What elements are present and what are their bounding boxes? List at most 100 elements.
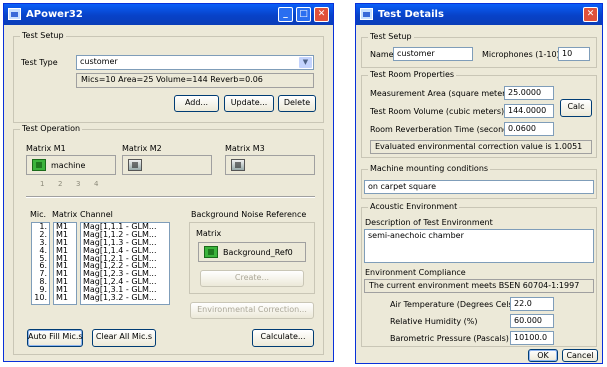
auto-fill-mics-button[interactable]: Auto Fill Mic.s [27, 329, 83, 347]
test-room-properties-group: Test Room Properties Measurement Area (s… [361, 70, 597, 158]
mic-channel[interactable]: Mag[1,1.3 - GLM... [81, 239, 169, 247]
mic-matrix[interactable]: M1 [54, 278, 76, 286]
cancel-button[interactable]: Cancel [562, 349, 598, 362]
machine-mounting-group: Machine mounting conditions on carpet sq… [361, 164, 597, 199]
matrix-m1-name: machine [51, 161, 86, 170]
mic-channel[interactable]: Mag[1,3.2 - GLM... [81, 294, 169, 302]
test-room-properties-title: Test Room Properties [368, 70, 457, 80]
mic-matrix[interactable]: M1 [54, 262, 76, 270]
mic-number: 3. [39, 238, 47, 247]
calc-button[interactable]: Calc [560, 99, 592, 117]
mic-channel[interactable]: Mag[1,1.2 - GLM... [81, 231, 169, 239]
matrix-m1-label: Matrix M1 [26, 144, 66, 153]
mic-number: 7. [39, 270, 47, 279]
matrix-m2-slot[interactable] [122, 155, 212, 175]
mic-channel-list[interactable]: Mag[1,1.1 - GLM... Mag[1,1.2 - GLM... Ma… [80, 222, 170, 305]
matrix-m3-slot[interactable] [225, 155, 315, 175]
area-label: Measurement Area (square meters) [370, 89, 513, 98]
matrix-m3-label: Matrix M3 [225, 144, 265, 153]
clear-all-mics-button[interactable]: Clear All Mic.s [92, 329, 156, 347]
description-label: Description of Test Environment [365, 218, 493, 227]
mic-number: 4. [39, 246, 47, 255]
test-type-dropdown[interactable]: customer ▼ [76, 55, 314, 70]
mic-matrix[interactable]: M1 [54, 270, 76, 278]
close-button[interactable]: ✕ [314, 7, 329, 22]
name-field[interactable]: customer [393, 47, 473, 61]
position-number: 3 [76, 180, 81, 188]
chevron-down-icon[interactable]: ▼ [299, 57, 312, 68]
ok-button[interactable]: OK [528, 349, 558, 362]
window-title: APower32 [26, 9, 83, 20]
matrix-column-header: Matrix [52, 210, 78, 219]
acoustic-environment-title: Acoustic Environment [368, 202, 460, 212]
volume-field[interactable]: 144.0000 [504, 104, 554, 118]
background-noise-title: Background Noise Reference [191, 210, 307, 219]
mic-number: 8. [39, 278, 47, 287]
mic-matrix[interactable]: M1 [54, 294, 76, 302]
update-button[interactable]: Update... [224, 95, 274, 112]
mic-channel[interactable]: Mag[1,1.1 - GLM... [81, 223, 169, 231]
test-setup-title: Test Setup [368, 32, 414, 42]
mic-matrix-list[interactable]: M1 M1 M1 M1 M1 M1 M1 M1 M1 M1 [53, 222, 77, 305]
title-bar[interactable]: Test Details ✕ [356, 4, 602, 25]
humidity-label: Relative Humidity (%) [390, 317, 478, 326]
microphones-label: Microphones (1-10) [482, 50, 560, 59]
calculate-button[interactable]: Calculate... [252, 329, 314, 347]
title-bar[interactable]: APower32 _ □ ✕ [4, 4, 333, 25]
mic-number: 1. [39, 223, 47, 231]
add-button[interactable]: Add... [174, 95, 219, 112]
create-button[interactable]: Create... [200, 270, 304, 287]
mic-matrix[interactable]: M1 [54, 239, 76, 247]
background-matrix-label: Matrix [196, 229, 222, 238]
app-icon [360, 8, 373, 20]
close-button[interactable]: ✕ [583, 7, 598, 22]
air-temperature-field[interactable]: 22.0 [510, 297, 554, 311]
matrix-icon [231, 159, 245, 171]
mic-channel[interactable]: Mag[1,2.4 - GLM... [81, 278, 169, 286]
air-temperature-label: Air Temperature (Degrees Celsius) [390, 300, 528, 309]
description-field[interactable]: semi-anechoic chamber [364, 229, 594, 263]
position-number: 4 [94, 180, 99, 188]
reverb-field[interactable]: 0.0600 [504, 122, 554, 136]
apower32-window: APower32 _ □ ✕ Test Setup Test Type cust… [3, 3, 334, 362]
mic-channel[interactable]: Mag[1,2.1 - GLM... [81, 255, 169, 263]
test-operation-title: Test Operation [20, 124, 83, 134]
test-setup-group: Test Setup Name customer Microphones (1-… [361, 32, 597, 68]
pressure-label: Barometric Pressure (Pascals) [390, 334, 509, 343]
environmental-correction-button[interactable]: Environmental Correction... [190, 302, 314, 319]
mic-number: 9. [39, 286, 47, 295]
background-matrix-slot[interactable]: Background_Ref0 [198, 242, 306, 262]
channel-column-header: Channel [80, 210, 113, 219]
divider [26, 196, 315, 198]
evaluated-correction-text: Evaluated environmental correction value… [370, 140, 592, 154]
maximize-button[interactable]: □ [296, 7, 311, 22]
matrix-m1-slot[interactable]: machine [26, 155, 116, 175]
mic-channel[interactable]: Mag[1,3.1 - GLM... [81, 286, 169, 294]
humidity-field[interactable]: 60.000 [510, 314, 554, 328]
mic-channel[interactable]: Mag[1,2.3 - GLM... [81, 270, 169, 278]
mic-number: 6. [39, 262, 47, 271]
microphones-field[interactable]: 10 [558, 47, 590, 61]
position-number: 1 [40, 180, 45, 188]
mic-matrix[interactable]: M1 [54, 286, 76, 294]
machine-mounting-field[interactable]: on carpet square [364, 180, 594, 194]
test-summary: Mics=10 Area=25 Volume=144 Reverb=0.06 [76, 73, 314, 88]
mic-channel[interactable]: Mag[1,1.4 - GLM... [81, 247, 169, 255]
mic-matrix[interactable]: M1 [54, 255, 76, 263]
minimize-button[interactable]: _ [278, 7, 293, 22]
mic-column-header: Mic. [30, 210, 47, 219]
area-field[interactable]: 25.0000 [504, 86, 554, 100]
acoustic-environment-group: Acoustic Environment Description of Test… [361, 202, 597, 347]
matrix-icon [128, 159, 142, 171]
mic-matrix[interactable]: M1 [54, 247, 76, 255]
pressure-field[interactable]: 10100.0 [510, 331, 554, 345]
compliance-label: Environment Compliance [365, 268, 466, 277]
mic-number: 2. [39, 230, 47, 239]
delete-button[interactable]: Delete [278, 95, 316, 112]
matrix-icon [32, 159, 46, 171]
compliance-text: The current environment meets BSEN 60704… [364, 279, 594, 293]
mic-channel[interactable]: Mag[1,2.2 - GLM... [81, 262, 169, 270]
mic-matrix[interactable]: M1 [54, 223, 76, 231]
test-operation-group: Test Operation Matrix M1 Matrix M2 Matri… [13, 124, 324, 355]
mic-matrix[interactable]: M1 [54, 231, 76, 239]
